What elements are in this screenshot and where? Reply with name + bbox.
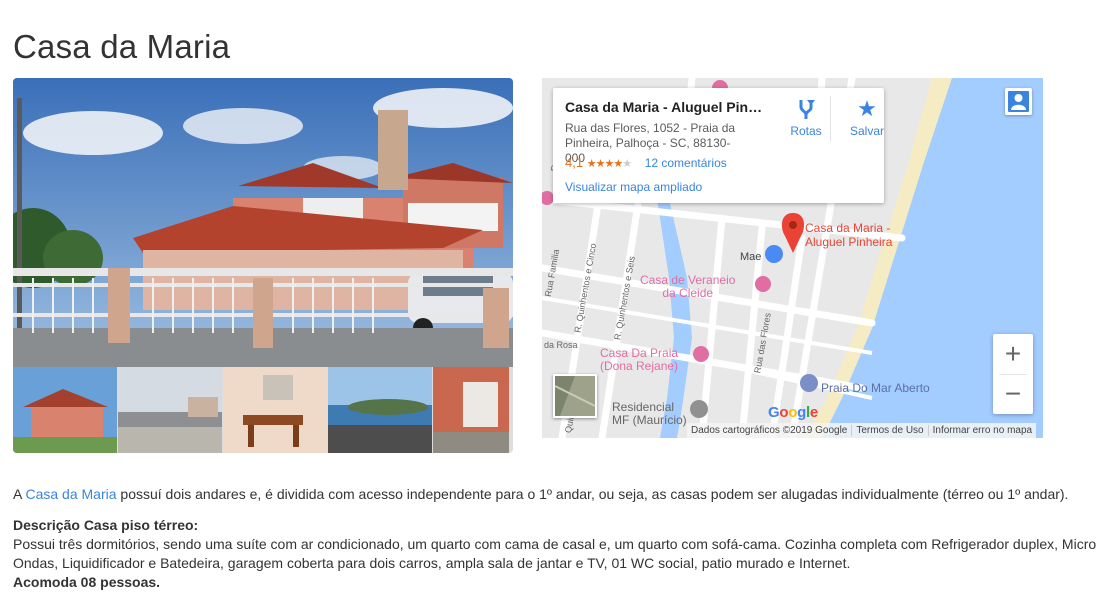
marker-label: Casa da Maria - Aluguel Pinheira (805, 221, 893, 249)
rating-stars: ★★★★★ (586, 158, 632, 170)
thumbnail-house-side[interactable] (433, 367, 509, 453)
main-house-photo[interactable] (13, 78, 513, 367)
star-icon: ★ (622, 158, 632, 170)
zoom-out-button[interactable]: − (993, 374, 1033, 414)
poi-label: Casa de Veraneio da Cleide (640, 273, 736, 300)
zoom-in-button[interactable]: + (993, 334, 1033, 374)
ground-floor-section: Descrição Casa piso térreo: Possui três … (13, 516, 1103, 592)
report-error-link[interactable]: Informar erro no mapa (927, 425, 1037, 436)
place-name: Casa da Maria - Aluguel Pinhe... (565, 99, 770, 115)
star-icon: ★ (586, 158, 597, 170)
poi-label: Praia Do Mar Aberto (821, 381, 930, 395)
poi-label: Mae (740, 251, 762, 263)
capacity-text: Acomoda 08 pessoas. (13, 574, 161, 590)
star-icon: ★ (604, 158, 614, 170)
street-label: da Rosa (544, 340, 578, 350)
save-button[interactable]: ★ Salvar (842, 96, 892, 139)
map-footer: Dados cartográficos ©2019 Google Termos … (687, 423, 1037, 438)
rating-row: 4,1 ★★★★★ 12 comentários (565, 155, 727, 170)
intro-paragraph: A Casa da Maria possuí dois andares e, é… (13, 486, 1069, 502)
thumbnail-street[interactable] (118, 367, 222, 453)
google-map[interactable]: Rua Familia R. Quinhentos e Cinco R. Qui… (542, 78, 1043, 438)
reviews-link[interactable]: 12 comentários (645, 156, 727, 170)
directions-button[interactable]: Rotas (781, 98, 831, 138)
thumbnail-sea-view[interactable] (328, 367, 432, 453)
page-title: Casa da Maria (13, 28, 231, 65)
google-logo: Google (768, 404, 818, 421)
ground-floor-text: Possui três dormitórios, sendo uma suíte… (13, 536, 1097, 571)
view-larger-map-link[interactable]: Visualizar mapa ampliado (565, 180, 702, 194)
street-view-pegman-icon[interactable] (1005, 88, 1032, 115)
zoom-controls: + − (993, 334, 1033, 414)
rating-value: 4,1 (565, 155, 584, 170)
ground-floor-heading: Descrição Casa piso térreo: (13, 517, 199, 533)
place-info-card: Casa da Maria - Aluguel Pinhe... Rua das… (553, 88, 884, 203)
terms-link[interactable]: Termos de Uso (851, 425, 927, 436)
thumbnail-strip (13, 367, 513, 453)
casa-da-maria-link[interactable]: Casa da Maria (25, 486, 116, 502)
map-data-attribution: Dados cartográficos ©2019 Google (691, 425, 848, 436)
directions-icon (781, 98, 831, 120)
poi-label: Residencial MF (Maurício) (612, 400, 687, 427)
star-icon: ★ (613, 158, 623, 170)
photo-gallery (13, 78, 513, 453)
thumbnail-house-front[interactable] (13, 367, 117, 453)
poi-label: Casa Da Praia (Dona Rejane) (600, 346, 679, 373)
satellite-toggle[interactable] (553, 374, 597, 418)
thumbnail-dining[interactable] (223, 367, 327, 453)
star-icon: ★ (857, 96, 877, 121)
